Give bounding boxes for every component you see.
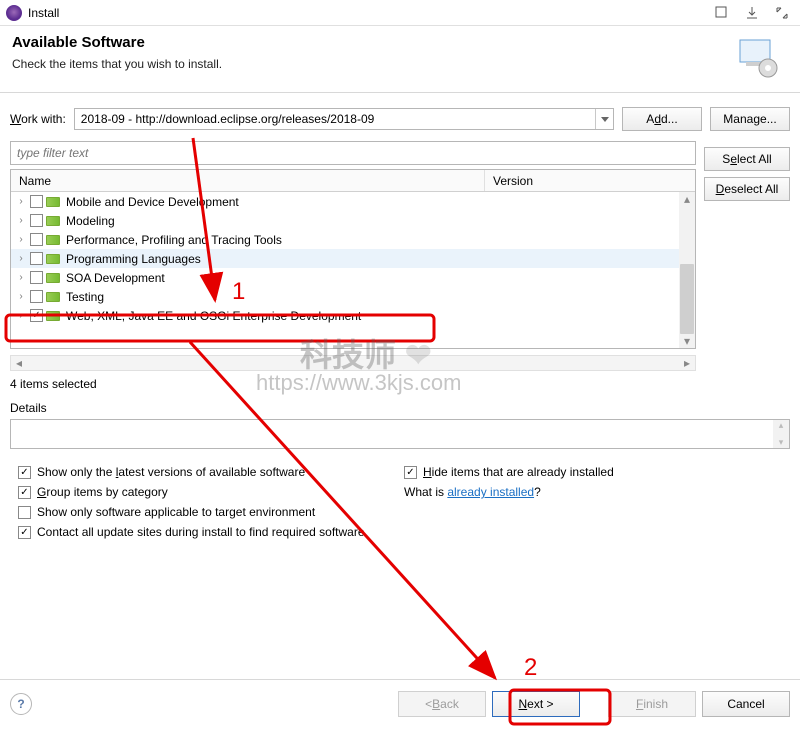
category-icon <box>46 197 60 207</box>
help-icon[interactable]: ? <box>10 693 32 715</box>
page-subtitle: Check the items that you wish to install… <box>12 57 734 71</box>
chevron-down-icon[interactable] <box>595 109 613 129</box>
expander-icon[interactable]: › <box>15 196 27 207</box>
checkbox-icon[interactable] <box>18 506 31 519</box>
vertical-scrollbar[interactable]: ▴ ▾ <box>679 192 695 348</box>
category-icon <box>46 273 60 283</box>
tree-row-label: Testing <box>63 290 104 304</box>
column-version[interactable]: Version <box>485 170 695 191</box>
title-bar: Install <box>0 0 800 26</box>
checkbox-icon[interactable] <box>18 466 31 479</box>
scroll-down-icon[interactable]: ▾ <box>679 334 695 348</box>
install-banner-icon <box>734 34 782 82</box>
checkbox-icon[interactable] <box>30 290 43 303</box>
scrollbar-thumb[interactable] <box>680 264 694 334</box>
tree-row[interactable]: › SOA Development <box>11 268 695 287</box>
back-button: < Back <box>398 691 486 717</box>
scroll-right-icon[interactable]: ▸ <box>679 356 695 370</box>
tree-row-label: SOA Development <box>63 271 165 285</box>
window-controls <box>714 5 794 21</box>
tree-row-label: Performance, Profiling and Tracing Tools <box>63 233 282 247</box>
select-all-button[interactable]: Select All <box>704 147 790 171</box>
expander-icon[interactable]: › <box>15 215 27 226</box>
expander-icon[interactable]: › <box>15 253 27 264</box>
checkbox-icon[interactable] <box>30 214 43 227</box>
next-button[interactable]: Next > <box>492 691 580 717</box>
checkbox-icon[interactable] <box>30 309 43 322</box>
checkbox-icon[interactable] <box>30 271 43 284</box>
opt-group[interactable]: Group items by category <box>18 485 404 499</box>
already-installed-line: What is already installed? <box>404 485 790 499</box>
category-icon <box>46 311 60 321</box>
category-icon <box>46 216 60 226</box>
checkbox-icon[interactable] <box>404 466 417 479</box>
category-icon <box>46 235 60 245</box>
tree-row[interactable]: › Modeling <box>11 211 695 230</box>
expander-icon[interactable]: › <box>15 272 27 283</box>
checkbox-icon[interactable] <box>30 195 43 208</box>
work-with-combo[interactable] <box>74 108 614 130</box>
already-installed-link[interactable]: already installed <box>447 485 534 499</box>
work-with-row: Work with: Add... Manage... <box>0 93 800 141</box>
finish-button: Finish <box>608 691 696 717</box>
filter-input[interactable] <box>10 141 696 165</box>
opt-latest[interactable]: Show only the latest versions of availab… <box>18 465 404 479</box>
work-with-label: Work with: <box>10 112 66 126</box>
add-button[interactable]: Add... <box>622 107 702 131</box>
maximize-button[interactable] <box>774 5 790 21</box>
scroll-up-icon[interactable]: ▴ <box>679 192 695 206</box>
work-with-input[interactable] <box>75 109 595 129</box>
category-icon <box>46 292 60 302</box>
manage-button[interactable]: Manage... <box>710 107 790 131</box>
opt-contact[interactable]: Contact all update sites during install … <box>18 525 790 539</box>
details-textarea[interactable]: ▴▾ <box>10 419 790 449</box>
details-label: Details <box>10 401 790 415</box>
tree-row[interactable]: › Mobile and Device Development <box>11 192 695 211</box>
tree-row[interactable]: › Programming Languages <box>11 249 695 268</box>
checkbox-icon[interactable] <box>18 526 31 539</box>
tree-row[interactable]: › Performance, Profiling and Tracing Tool… <box>11 230 695 249</box>
expander-icon[interactable]: › <box>15 291 27 302</box>
tree-row[interactable]: › Web, XML, Java EE and OSGi Enterprise D… <box>11 306 695 325</box>
details-scrollbar[interactable]: ▴▾ <box>773 420 789 448</box>
selection-status: 4 items selected <box>0 371 800 395</box>
tree-row[interactable]: › Testing <box>11 287 695 306</box>
annotation-2: 2 <box>524 654 537 682</box>
opt-target[interactable]: Show only software applicable to target … <box>18 505 404 519</box>
tree-row-label: Web, XML, Java EE and OSGi Enterprise De… <box>63 309 361 323</box>
tree-header: Name Version <box>11 170 695 192</box>
details-section: Details ▴▾ <box>10 401 790 449</box>
tree-row-label: Modeling <box>63 214 115 228</box>
category-icon <box>46 254 60 264</box>
options-section: Show only the latest versions of availab… <box>0 455 800 543</box>
checkbox-icon[interactable] <box>30 233 43 246</box>
scroll-left-icon[interactable]: ◂ <box>11 356 27 370</box>
checkbox-icon[interactable] <box>18 486 31 499</box>
software-tree: Name Version › Mobile and Device Developm… <box>10 169 696 349</box>
opt-hide[interactable]: Hide items that are already installed <box>404 465 790 479</box>
column-name[interactable]: Name <box>11 170 485 191</box>
expander-icon[interactable]: › <box>15 310 27 321</box>
minimize-button[interactable] <box>714 5 730 21</box>
wizard-header: Available Software Check the items that … <box>0 26 800 93</box>
horizontal-scrollbar[interactable]: ◂ ▸ <box>10 355 696 371</box>
tree-row-label: Programming Languages <box>63 252 201 266</box>
page-title: Available Software <box>12 34 734 51</box>
cancel-button[interactable]: Cancel <box>702 691 790 717</box>
wizard-footer: ? < Back Next > Finish Cancel <box>0 679 800 727</box>
tree-row-label: Mobile and Device Development <box>63 195 239 209</box>
checkbox-icon[interactable] <box>30 252 43 265</box>
window-title: Install <box>28 6 59 20</box>
expander-icon[interactable]: › <box>15 234 27 245</box>
download-icon[interactable] <box>744 5 760 21</box>
eclipse-icon <box>6 5 22 21</box>
deselect-all-button[interactable]: Deselect All <box>704 177 790 201</box>
